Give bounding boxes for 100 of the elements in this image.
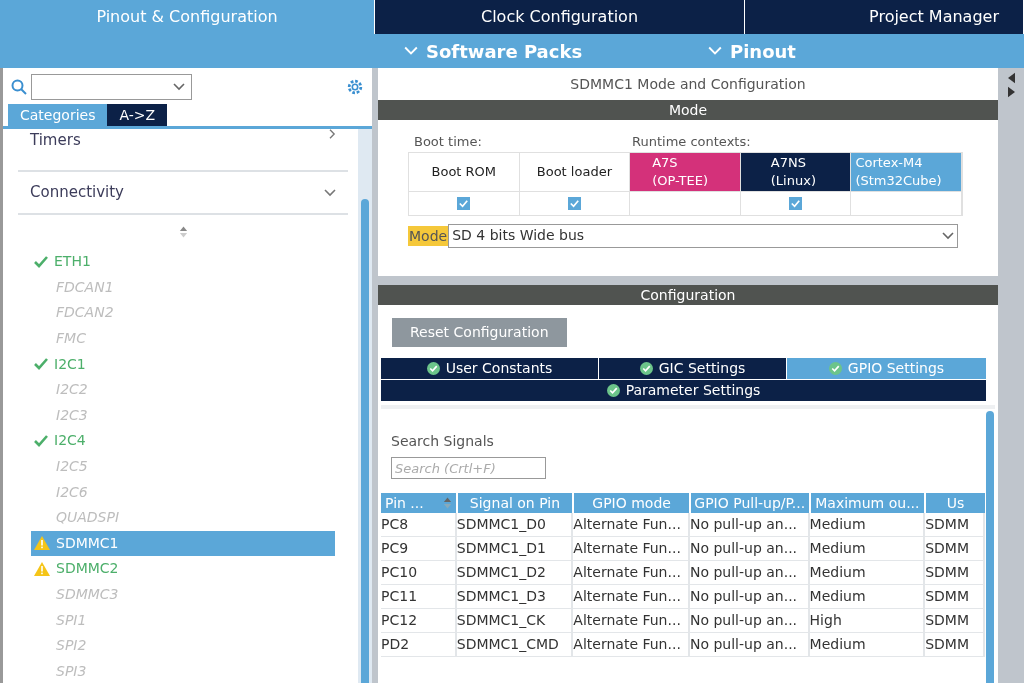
mode-label: Mode: [408, 225, 449, 246]
category-header[interactable]: Connectivity: [18, 172, 348, 215]
table-cell: No pull-up an...: [689, 585, 810, 608]
table-cell: Medium: [809, 585, 926, 608]
sort-icon[interactable]: [178, 226, 188, 238]
config-tab[interactable]: Parameter Settings: [381, 380, 987, 401]
peripheral-item[interactable]: SDMMC3: [31, 581, 335, 608]
reset-configuration-button[interactable]: Reset Configuration: [392, 318, 567, 347]
column-header[interactable]: GPIO Pull-up/P...: [690, 493, 809, 513]
peripheral-item[interactable]: I2C3: [31, 402, 335, 429]
chevron-right-icon: [329, 129, 336, 139]
scrollbar-thumb[interactable]: [361, 199, 369, 683]
table-cell: Medium: [809, 537, 926, 560]
sort-icon[interactable]: [442, 497, 452, 509]
check-icon: [34, 434, 48, 447]
peripheral-item[interactable]: FDCAN2: [31, 300, 335, 326]
table-cell: PC11: [381, 585, 457, 608]
table-cell: Medium: [809, 633, 926, 656]
check-circle-icon: [828, 362, 842, 375]
table-cell: No pull-up an...: [689, 513, 810, 536]
table-cell: SDMMC1_D3: [456, 585, 574, 608]
peripheral-item[interactable]: QUADSPI: [31, 504, 335, 531]
table-cell: PC10: [381, 561, 457, 584]
warning-icon: [34, 561, 50, 576]
config-tab[interactable]: GIC Settings: [599, 358, 787, 379]
table-cell: SDMMC1_D0: [456, 513, 574, 536]
table-cell: No pull-up an...: [689, 633, 810, 656]
search-dropdown[interactable]: [31, 74, 192, 100]
column-header[interactable]: Maximum ou...: [810, 493, 925, 513]
table-cell: No pull-up an...: [689, 609, 810, 632]
column-header[interactable]: Us: [926, 493, 985, 513]
peripheral-item[interactable]: I2C6: [31, 479, 335, 505]
peripheral-item[interactable]: I2C4: [31, 428, 335, 454]
peripheral-item[interactable]: SDMMC2: [31, 556, 335, 582]
panel-title: SDMMC1 Mode and Configuration: [569, 74, 807, 94]
table-cell: Alternate Fun...: [573, 561, 690, 584]
table-cell: No pull-up an...: [689, 561, 810, 584]
peripheral-item[interactable]: SPI2: [31, 632, 335, 659]
table-cell: SDMMC1_D2: [456, 561, 574, 584]
table-cell: Alternate Fun...: [573, 585, 690, 608]
checkbox[interactable]: [567, 196, 581, 210]
chevron-down-icon: [942, 231, 955, 240]
category-header[interactable]: Timers: [18, 129, 348, 172]
peripheral-item[interactable]: ETH1: [31, 249, 335, 275]
search-icon: [11, 79, 27, 95]
menu-button[interactable]: Pinout: [708, 37, 796, 65]
context-header: A7NS (Linux): [740, 152, 852, 191]
settings-icon[interactable]: [346, 78, 364, 96]
collapse-left-icon[interactable]: [1007, 72, 1015, 84]
table-cell: Medium: [809, 513, 926, 536]
check-circle-icon: [639, 362, 653, 375]
table-cell: Alternate Fun...: [573, 513, 690, 536]
check-circle-icon: [606, 384, 620, 397]
section-header: Mode: [378, 100, 998, 120]
peripheral-item[interactable]: I2C1: [31, 351, 335, 377]
search-field[interactable]: Search (Crtl+F): [391, 457, 546, 479]
chevron-down-icon: [324, 188, 336, 197]
config-tab[interactable]: GPIO Settings: [787, 358, 987, 379]
check-icon: [34, 255, 48, 268]
table-cell: SDMMC1_D1: [456, 537, 574, 560]
table-cell: PC8: [381, 513, 457, 536]
main-tab[interactable]: Project Manager: [745, 0, 1024, 34]
boot-time-label: Boot time:: [413, 133, 483, 151]
table-cell: High: [809, 609, 926, 632]
menu-button[interactable]: Software Packs: [404, 37, 708, 65]
table-cell: SDMMC1_CMD: [456, 633, 574, 656]
expand-right-icon[interactable]: [1007, 86, 1015, 98]
check-circle-icon: [426, 362, 440, 375]
table-cell: SDMMC1_CK: [456, 609, 574, 632]
mode-dropdown[interactable]: SD 4 bits Wide bus: [448, 223, 959, 248]
config-tab[interactable]: User Constants: [381, 358, 599, 379]
table-cell: PD2: [381, 633, 457, 656]
context-header: Cortex-M4 (Stm32Cube): [851, 152, 962, 191]
search-signals-label: Search Signals: [391, 432, 495, 451]
table-cell: No pull-up an...: [689, 537, 810, 560]
table-cell: Alternate Fun...: [573, 537, 690, 560]
table-cell: Alternate Fun...: [573, 609, 690, 632]
table-cell: Medium: [809, 561, 926, 584]
checkbox[interactable]: [457, 196, 471, 210]
table-cell: PC12: [381, 609, 457, 632]
peripheral-item[interactable]: I2C2: [31, 376, 335, 403]
peripheral-item[interactable]: SPI1: [31, 607, 335, 633]
peripheral-item[interactable]: SPI3: [31, 658, 335, 683]
main-tab[interactable]: Clock Configuration: [375, 0, 745, 34]
runtime-label: Runtime contexts:: [632, 133, 751, 151]
chevron-down-icon: [708, 46, 722, 56]
peripheral-item[interactable]: SDMMC1: [31, 530, 335, 557]
view-tab[interactable]: Categories: [8, 104, 108, 126]
checkbox[interactable]: [789, 196, 803, 210]
peripheral-item[interactable]: FDCAN1: [31, 274, 335, 301]
peripheral-item[interactable]: FMC: [31, 325, 335, 352]
table-cell: PC9: [381, 537, 457, 560]
column-header[interactable]: Pin ...: [381, 493, 456, 513]
chevron-down-icon: [404, 46, 418, 56]
column-header[interactable]: GPIO mode: [574, 493, 689, 513]
view-tab[interactable]: A->Z: [107, 104, 168, 126]
peripheral-item[interactable]: I2C5: [31, 453, 335, 480]
scrollbar-thumb[interactable]: [986, 411, 994, 683]
column-header[interactable]: Signal on Pin: [457, 493, 573, 513]
check-icon: [34, 358, 48, 371]
